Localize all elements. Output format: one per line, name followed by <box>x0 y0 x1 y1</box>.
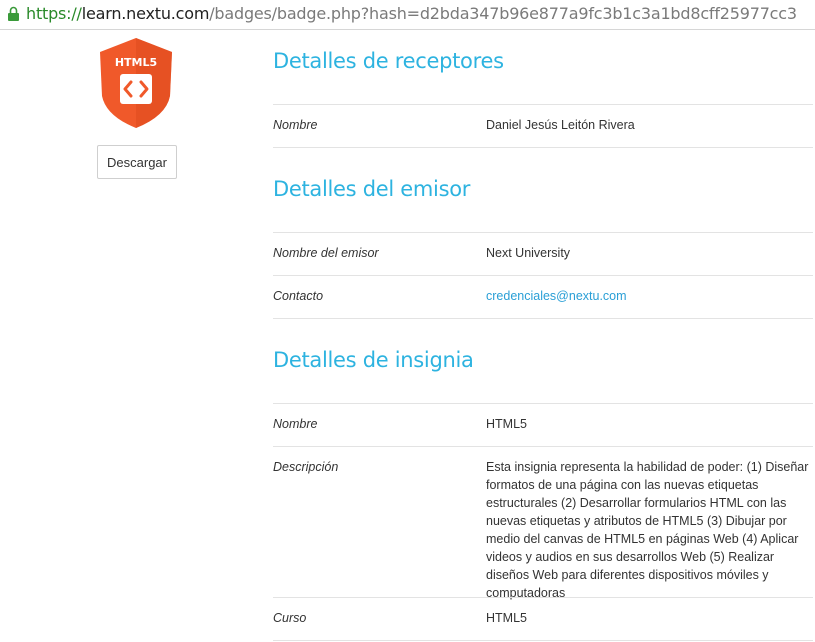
divider <box>273 403 813 404</box>
divider <box>273 640 813 641</box>
badge-html5-label: HTML5 <box>115 56 157 69</box>
url-path: /badges/badge.php?hash=d2bda347b96e877a9… <box>209 4 797 23</box>
recipient-name-value: Daniel Jesús Leitón Rivera <box>486 118 635 132</box>
issuer-name-label: Nombre del emisor <box>273 246 379 260</box>
badge-description-value: Esta insignia representa la habilidad de… <box>486 460 809 600</box>
badge-course-value: HTML5 <box>486 611 527 625</box>
issuer-name-value: Next University <box>486 246 571 260</box>
divider <box>273 232 813 233</box>
badge-name-label: Nombre <box>273 417 318 431</box>
divider <box>273 104 813 105</box>
issuer-contact-email-link[interactable]: credenciales@nextu.com <box>486 289 627 303</box>
issuer-section-title: Detalles del emisor <box>273 177 471 201</box>
lock-icon <box>8 6 19 21</box>
url-host: learn.nextu.com <box>81 4 210 23</box>
divider <box>273 147 813 148</box>
divider <box>273 597 813 598</box>
url-text[interactable]: https://learn.nextu.com/badges/badge.php… <box>26 4 797 24</box>
download-button[interactable]: Descargar <box>97 145 177 179</box>
html5-badge-image: HTML5 <box>100 38 172 128</box>
recipient-section-title: Detalles de receptores <box>273 49 504 73</box>
divider <box>273 318 813 319</box>
address-bar[interactable]: https://learn.nextu.com/badges/badge.php… <box>0 0 815 30</box>
badge-name-value: HTML5 <box>486 417 527 431</box>
badge-course-label: Curso <box>273 611 307 625</box>
recipient-name-label: Nombre <box>273 118 318 132</box>
issuer-contact-label: Contacto <box>273 289 324 303</box>
badge-section-title: Detalles de insignia <box>273 348 474 372</box>
divider <box>273 275 813 276</box>
badge-description-label: Descripción <box>273 460 339 474</box>
divider <box>273 446 813 447</box>
url-scheme: https:// <box>26 4 82 23</box>
